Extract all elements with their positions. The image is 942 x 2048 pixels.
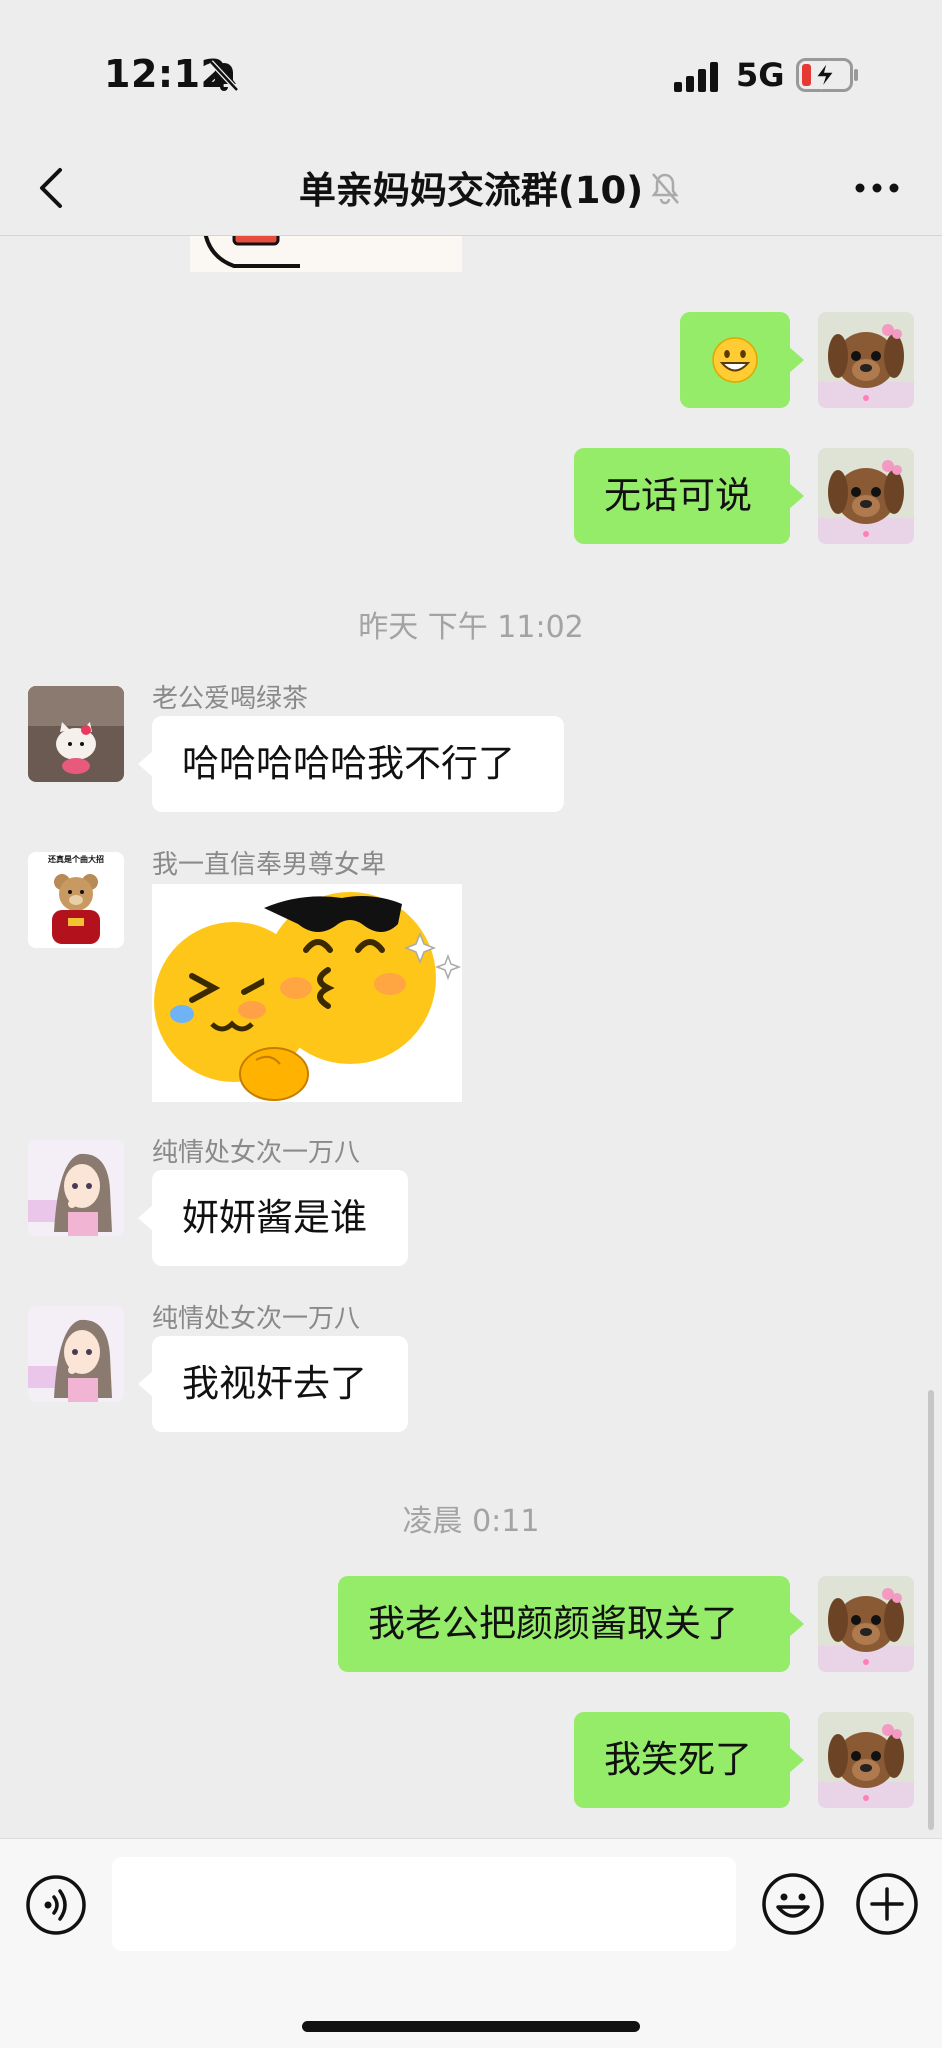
my-avatar[interactable] (818, 1712, 914, 1808)
sender-avatar[interactable] (28, 1140, 124, 1236)
my-avatar[interactable] (818, 448, 914, 544)
anime-girl-avatar-image (28, 1306, 124, 1402)
bell-off-icon (209, 60, 239, 92)
other-message-bubble[interactable]: 哈哈哈哈哈我不行了 (138, 716, 564, 812)
anime-girl-avatar-image (28, 1140, 124, 1236)
emoji-kiss-sticker-image (152, 884, 462, 1102)
sticker-message-partial[interactable] (190, 236, 462, 272)
other-message-bubble[interactable]: 妍妍酱是谁 (138, 1170, 408, 1266)
emoji-picker-icon[interactable] (760, 1871, 826, 1937)
sender-avatar[interactable]: 还真是个曲大招 (28, 852, 124, 948)
cellular-signal-icon (674, 62, 718, 92)
sender-name: 纯情处女次一万八 (152, 1304, 361, 1334)
sticker-message[interactable] (152, 884, 462, 1102)
sender-name: 我一直信奉男尊女卑 (152, 850, 387, 880)
sticker-partial-image (203, 236, 300, 268)
home-indicator[interactable] (302, 2021, 640, 2032)
scrollbar[interactable] (928, 1390, 934, 1830)
sender-name: 老公爱喝绿茶 (152, 684, 309, 714)
my-message-bubble[interactable]: 我笑死了 (574, 1712, 804, 1808)
sender-name: 纯情处女次一万八 (152, 1138, 361, 1168)
other-message-bubble[interactable]: 我视奸去了 (138, 1336, 408, 1432)
puppy-avatar-image (818, 1576, 914, 1672)
teddy-bear-avatar-image (28, 852, 124, 948)
sender-avatar[interactable] (28, 686, 124, 782)
my-message-bubble[interactable] (680, 312, 804, 408)
my-avatar[interactable] (818, 1576, 914, 1672)
network-type: 5G (736, 56, 785, 94)
voice-input-icon[interactable] (24, 1873, 88, 1937)
my-message-bubble[interactable]: 我老公把颜颜酱取关了 (338, 1576, 804, 1672)
puppy-avatar-image (818, 448, 914, 544)
sender-avatar[interactable] (28, 1306, 124, 1402)
my-avatar[interactable] (818, 312, 914, 408)
puppy-avatar-image (818, 312, 914, 408)
avatar-caption: 还真是个曲大招 (48, 855, 104, 864)
message-list[interactable]: 无话可说 昨天 下午 11:02 老公爱喝绿茶 哈哈哈哈哈我不行了 还真是个曲大… (0, 236, 942, 1838)
message-timestamp: 凌晨 0:11 (402, 1504, 540, 1539)
chat-header: 单亲妈妈交流群(10) (0, 140, 942, 236)
message-timestamp: 昨天 下午 11:02 (358, 610, 584, 645)
more-options-icon[interactable] (850, 168, 904, 208)
mute-bell-icon (651, 173, 679, 205)
more-actions-plus-icon[interactable] (854, 1871, 920, 1937)
message-input[interactable] (112, 1857, 736, 1951)
status-bar: 12:12 5G (0, 0, 942, 140)
input-toolbar (0, 1838, 942, 2048)
battery-charging-icon (796, 58, 858, 92)
grinning-emoji-icon (712, 337, 758, 383)
chat-title[interactable]: 单亲妈妈交流群(10) (0, 160, 942, 214)
my-message-bubble[interactable]: 无话可说 (574, 448, 804, 544)
hello-kitty-avatar-image (28, 686, 124, 782)
puppy-avatar-image (818, 1712, 914, 1808)
